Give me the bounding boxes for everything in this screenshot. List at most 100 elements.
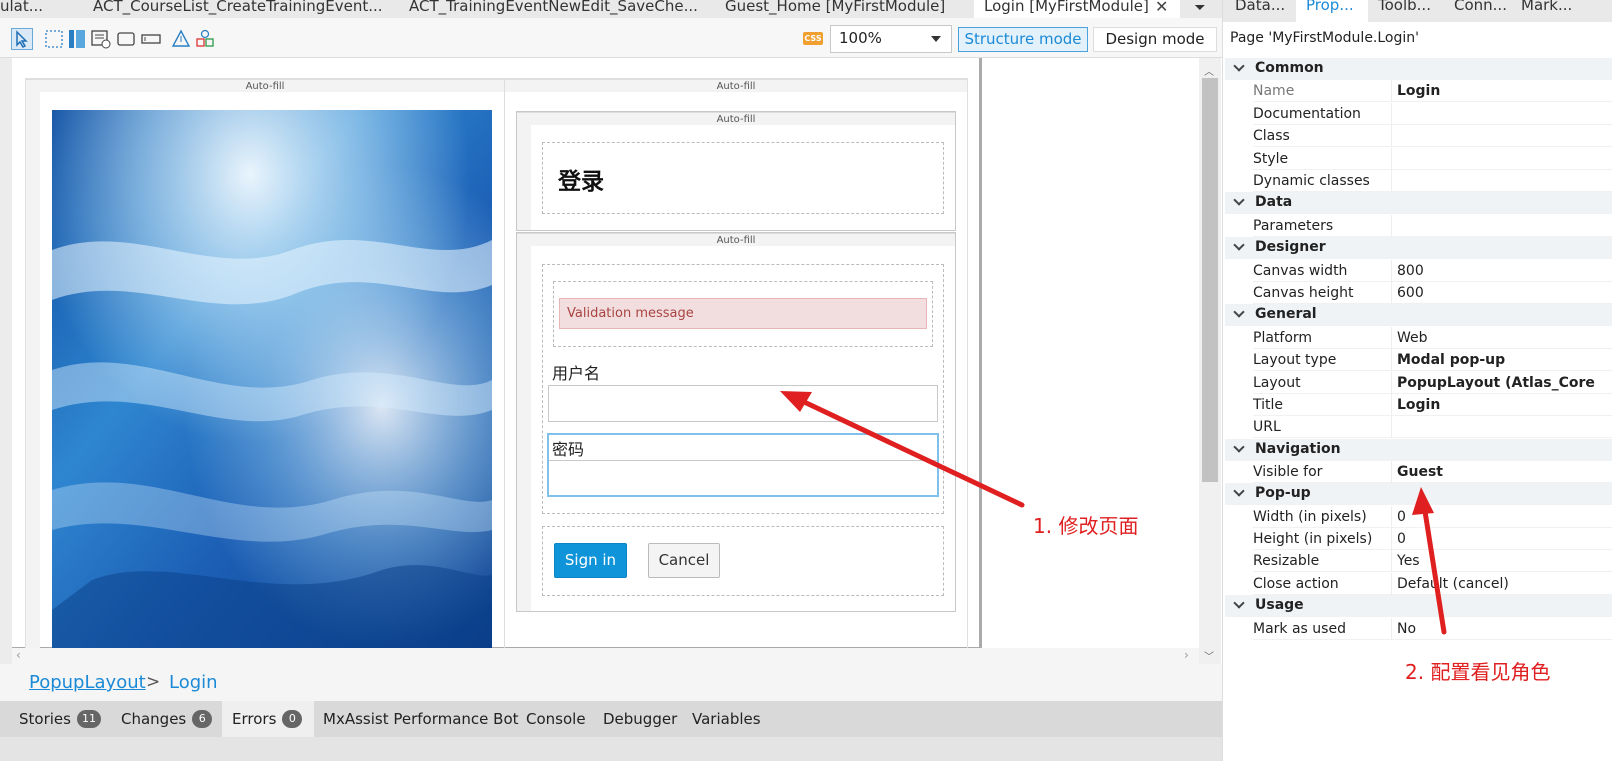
prop-parameters[interactable]: Parameters [1253, 215, 1612, 237]
tab-data[interactable]: Data... [1233, 0, 1301, 22]
annotation-configure-role: 2. 配置看见角色 [1405, 660, 1551, 684]
bottom-panel-tabs: Stories 11 Changes 6 Errors 0 MxAssist Perf… [0, 701, 1222, 737]
doc-tab-login[interactable]: Login [MyFirstModule] [974, 0, 1180, 18]
prop-layout-type[interactable]: Layout type Modal pop-up [1253, 349, 1612, 371]
left-gutter [0, 58, 12, 664]
validation-message: Validation message [559, 298, 927, 329]
category-usage[interactable]: Usage [1225, 595, 1612, 617]
prop-style[interactable]: Style [1253, 148, 1612, 170]
login-page-title: 登录 [558, 169, 604, 195]
prop-canvas-width[interactable]: Canvas width 800 [1253, 260, 1612, 282]
chevron-down-icon [1233, 239, 1245, 251]
tab-changes[interactable]: Changes 6 [121, 701, 221, 737]
chevron-down-icon [1233, 194, 1245, 206]
ocean-wave-image [52, 110, 492, 648]
nanoflow-icon[interactable] [170, 28, 192, 50]
editor-toolbar: CSS 100% Structure mode Design mode [0, 18, 1222, 58]
prop-title[interactable]: Title Login [1253, 394, 1612, 416]
data-view-icon[interactable] [90, 28, 112, 50]
doc-tab-training-event[interactable]: ACT_TrainingEventNewEdit_SaveChe... [409, 0, 709, 18]
tab-errors[interactable]: Errors 0 [222, 701, 314, 737]
bottom-panel-body [0, 737, 1222, 761]
horizontal-scrollbar[interactable]: ‹ › [12, 648, 1199, 664]
container-icon[interactable] [115, 28, 137, 50]
doc-tab-course-list[interactable]: ACT_CourseList_CreateTrainingEvent... [93, 0, 393, 18]
right-panel-tabs: Data... Prop... Toolb... Conn... Mark... [1223, 0, 1612, 22]
prop-documentation[interactable]: Documentation [1253, 103, 1612, 125]
prop-visible-for[interactable]: Visible for Guest [1253, 461, 1612, 483]
tab-debugger[interactable]: Debugger [603, 701, 677, 737]
breadcrumb-current-page[interactable]: Login [169, 672, 218, 693]
container-gutter [517, 125, 531, 230]
vertical-scrollbar[interactable]: ︿ ﹀ [1199, 58, 1221, 664]
scroll-down-icon[interactable]: ﹀ [1204, 648, 1214, 663]
chevron-down-icon [931, 36, 941, 42]
prop-layout[interactable]: Layout PopupLayout (Atlas_Core [1253, 372, 1612, 394]
category-data[interactable]: Data [1225, 192, 1612, 214]
prop-popup-width[interactable]: Width (in pixels) 0 [1253, 506, 1612, 528]
category-navigation[interactable]: Navigation [1225, 439, 1612, 461]
select-container-icon[interactable] [43, 28, 65, 50]
autofill-label-right: Auto-fill [505, 79, 967, 92]
cancel-button[interactable]: Cancel [648, 543, 720, 578]
tab-properties[interactable]: Prop... [1296, 0, 1368, 22]
annotation-modify-page: 1. 修改页面 [1033, 514, 1139, 538]
widgets-icon[interactable] [194, 28, 216, 50]
scroll-left-icon[interactable]: ‹ [16, 648, 21, 662]
prop-popup-height[interactable]: Height (in pixels) 0 [1253, 528, 1612, 550]
prop-resizable[interactable]: Resizable Yes [1253, 550, 1612, 572]
prop-class[interactable]: Class [1253, 125, 1612, 147]
autofill-label-title: Auto-fill [517, 112, 955, 125]
chevron-down-icon [1233, 60, 1245, 72]
scrollbar-thumb[interactable] [1202, 78, 1218, 482]
tab-connector[interactable]: Conn... [1454, 0, 1524, 22]
username-input[interactable] [548, 385, 938, 422]
design-mode-button[interactable]: Design mode [1093, 27, 1217, 52]
close-tab-icon[interactable]: ✕ [1155, 0, 1168, 16]
password-input[interactable] [549, 460, 937, 495]
doc-tab-simulation[interactable]: ulat... [0, 0, 70, 18]
count-badge: 0 [282, 709, 303, 728]
document-tab-bar: ulat... ACT_CourseList_CreateTrainingEve… [0, 0, 1222, 18]
select-tool-icon[interactable] [11, 28, 33, 50]
breadcrumb-separator: > [146, 672, 161, 692]
column-divider [504, 79, 505, 651]
scroll-up-icon[interactable]: ︿ [1204, 63, 1214, 78]
category-common[interactable]: Common [1225, 58, 1612, 80]
structure-mode-button[interactable]: Structure mode [958, 27, 1088, 52]
category-general[interactable]: General [1225, 304, 1612, 326]
breadcrumb: PopupLayout > Login [0, 664, 1222, 701]
column-gutter [26, 92, 40, 648]
tab-mxassist[interactable]: MxAssist Performance Bot [323, 701, 519, 737]
prop-name[interactable]: Name Login [1253, 80, 1612, 102]
chevron-down-icon [1233, 485, 1245, 497]
prop-platform[interactable]: Platform Web [1253, 327, 1612, 349]
password-label: 密码 [552, 440, 585, 459]
count-badge: 6 [192, 709, 213, 728]
chevron-down-icon [1233, 597, 1245, 609]
chevron-down-icon [1233, 441, 1245, 453]
layout-grid-icon[interactable] [66, 28, 88, 50]
tab-marketplace[interactable]: Mark... [1521, 0, 1591, 22]
prop-dynamic-classes[interactable]: Dynamic classes [1253, 170, 1612, 192]
category-designer[interactable]: Designer [1225, 237, 1612, 259]
prop-canvas-height[interactable]: Canvas height 600 [1253, 282, 1612, 304]
prop-mark-as-used[interactable]: Mark as used No [1253, 618, 1612, 640]
container-gutter [517, 246, 531, 611]
scroll-right-icon[interactable]: › [1184, 648, 1189, 662]
zoom-select[interactable]: 100% [830, 25, 952, 53]
css-badge-icon[interactable]: CSS [803, 32, 823, 45]
prop-url[interactable]: URL [1253, 416, 1612, 438]
doc-tab-guest-home[interactable]: Guest_Home [MyFirstModule] [725, 0, 965, 18]
tab-variables[interactable]: Variables [692, 701, 761, 737]
text-box-icon[interactable] [140, 28, 162, 50]
username-label: 用户名 [552, 364, 601, 383]
prop-close-action[interactable]: Close action Default (cancel) [1253, 573, 1612, 595]
tab-overflow-menu-icon[interactable]: ⏷ [1185, 0, 1215, 18]
tab-console[interactable]: Console [526, 701, 586, 737]
sign-in-button[interactable]: Sign in [554, 543, 627, 578]
category-popup[interactable]: Pop-up [1225, 483, 1612, 505]
tab-stories[interactable]: Stories 11 [19, 701, 111, 737]
tab-toolbox[interactable]: Toolb... [1378, 0, 1448, 22]
breadcrumb-layout-link[interactable]: PopupLayout [29, 672, 146, 693]
